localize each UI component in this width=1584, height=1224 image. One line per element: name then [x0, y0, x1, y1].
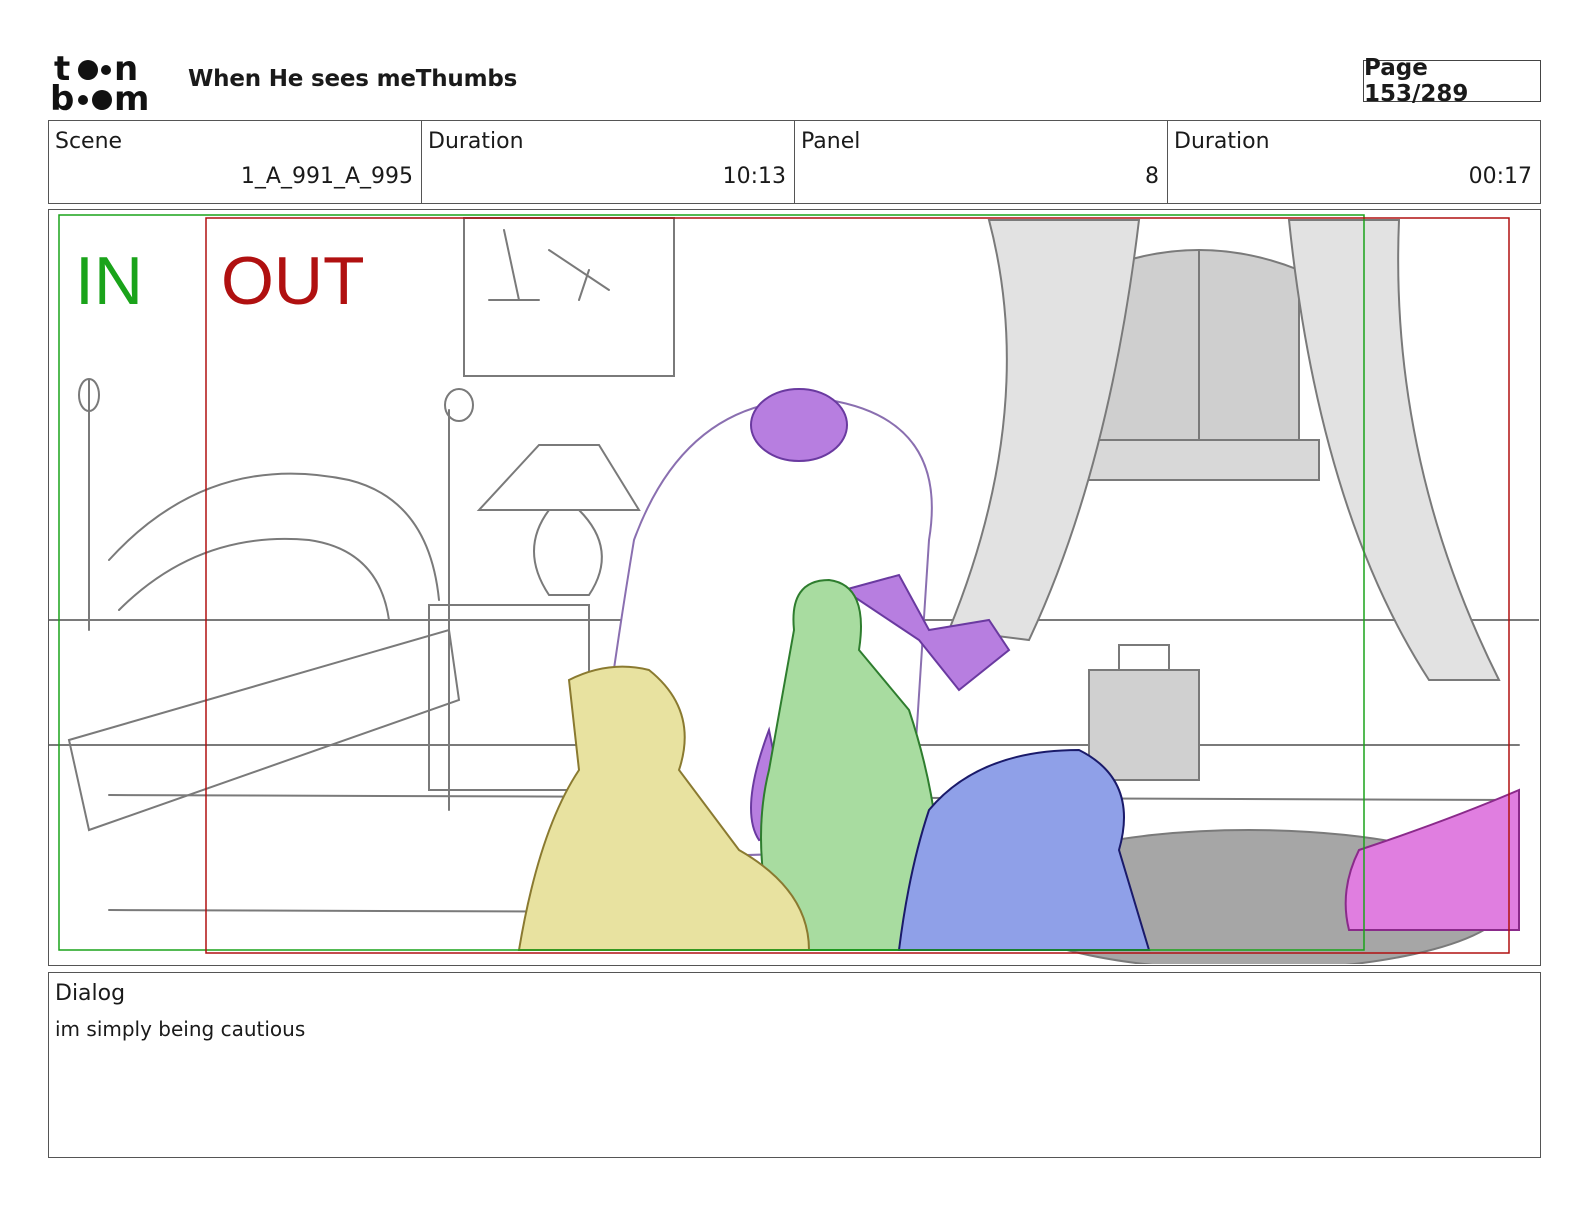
scene-duration-value: 10:13 — [722, 164, 786, 189]
storyboard-panel: IN OUT — [48, 209, 1541, 966]
panel-duration-cell: Duration 00:17 — [1168, 121, 1540, 203]
dialog-text: im simply being cautious — [55, 1017, 306, 1041]
dialog-label: Dialog — [55, 981, 126, 1006]
lamp-shade — [476, 444, 641, 511]
poster-sketch — [488, 229, 610, 301]
dialog-box: Dialog im simply being cautious — [48, 972, 1541, 1158]
out-marker: OUT — [221, 243, 365, 319]
scene-label: Scene — [55, 129, 123, 154]
blue-character — [897, 748, 1151, 951]
scene-duration-label: Duration — [428, 129, 524, 154]
in-marker: IN — [75, 243, 143, 319]
panel-cell: Panel 8 — [795, 121, 1168, 203]
headboard — [108, 472, 440, 601]
svg-text:b: b — [50, 79, 74, 114]
svg-text:m: m — [114, 79, 149, 114]
bed-knob — [444, 388, 474, 422]
scene-cell: Scene 1_A_991_A_995 — [49, 121, 422, 203]
panel-sketch — [49, 214, 1539, 964]
lamp-base — [533, 509, 603, 596]
panel-duration-label: Duration — [1174, 129, 1270, 154]
document-title: When He sees meThumbs — [188, 66, 518, 92]
bag-handle — [1118, 644, 1170, 671]
panel-duration-value: 00:17 — [1468, 164, 1532, 189]
pillow — [118, 537, 390, 621]
pink-character — [1344, 788, 1520, 931]
bag — [1088, 669, 1200, 781]
scene-info-row: Scene 1_A_991_A_995 Duration 10:13 Panel… — [48, 120, 1541, 204]
nightstand — [428, 604, 590, 791]
panel-value: 8 — [1145, 164, 1159, 189]
scene-value: 1_A_991_A_995 — [240, 164, 413, 189]
panel-label: Panel — [801, 129, 861, 154]
toon-boom-logo: t n b m — [50, 50, 149, 114]
curtain-right — [1287, 219, 1501, 681]
poster — [463, 217, 675, 377]
purple-character-head — [750, 388, 848, 462]
window-sill — [1078, 439, 1320, 481]
page-indicator: Page 153/289 — [1363, 55, 1541, 107]
scene-duration-cell: Duration 10:13 — [422, 121, 795, 203]
bed-mattress — [67, 628, 461, 832]
